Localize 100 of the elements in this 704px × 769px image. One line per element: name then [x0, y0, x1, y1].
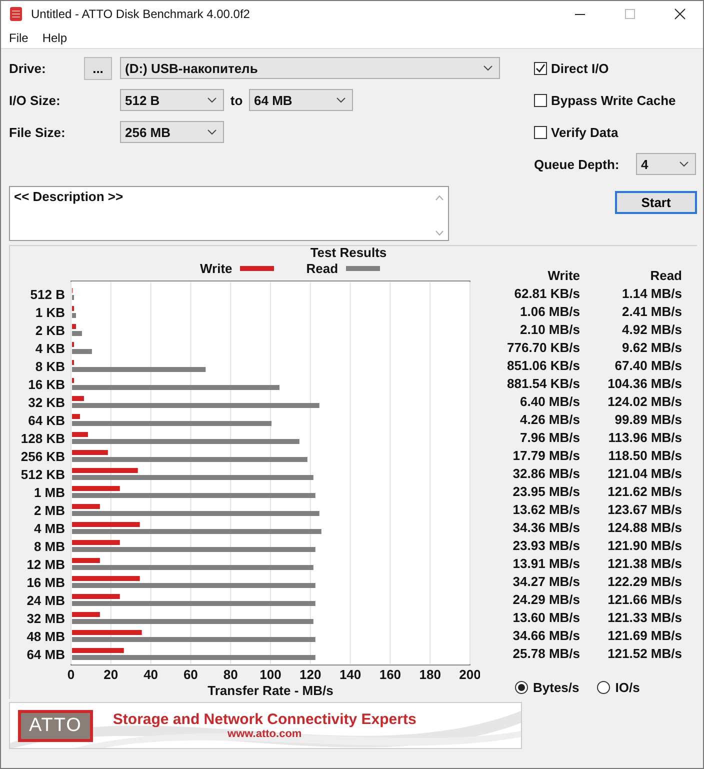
category-label: 16 KB [28, 377, 65, 392]
checkbox[interactable] [534, 94, 547, 106]
category-label: 8 KB [35, 359, 65, 374]
bar [72, 558, 100, 563]
table-cell: 121.90 MB/s [608, 538, 682, 552]
radio-button[interactable] [597, 680, 610, 694]
bar [72, 630, 142, 635]
table-cell: 124.02 MB/s [608, 394, 682, 408]
tick-label: 140 [339, 667, 362, 682]
category-label: 512 B [30, 287, 65, 302]
bar [72, 648, 124, 653]
category-label: 2 MB [34, 503, 65, 518]
io-size-to-dropdown[interactable]: 64 MB [249, 89, 353, 111]
table-cell: 121.38 MB/s [608, 556, 682, 570]
bar [72, 486, 120, 491]
table-cell: 34.36 MB/s [512, 520, 580, 534]
table-cell: 7.96 MB/s [520, 430, 580, 444]
banner-url: www.atto.com [228, 728, 302, 740]
legend-label: Write [200, 260, 232, 276]
table-cell: 121.33 MB/s [608, 610, 682, 624]
table-cell: 851.06 KB/s [507, 358, 580, 372]
category-label: 16 MB [26, 575, 65, 590]
bar [72, 522, 140, 527]
app-icon [9, 6, 23, 22]
atto-logo: ATTO [18, 710, 93, 742]
table-cell: 13.60 MB/s [512, 610, 580, 624]
table-cell: 121.04 MB/s [608, 466, 682, 480]
bar [72, 432, 88, 437]
tick-label: 200 [459, 667, 480, 682]
axis-title: Transfer Rate - MB/s [208, 683, 334, 698]
table-cell: 67.40 MB/s [614, 358, 682, 372]
radio-button[interactable] [515, 680, 528, 694]
category-label: 12 MB [26, 557, 65, 572]
results-title: Test Results [310, 245, 387, 260]
category-label: 24 MB [26, 593, 65, 608]
io-size-label: I/O Size: [9, 92, 62, 108]
bar [72, 414, 80, 419]
checkbox[interactable] [534, 62, 547, 74]
table-cell: 2.10 MB/s [520, 322, 580, 336]
table-cell: 118.50 MB/s [608, 448, 682, 462]
tick-label: 100 [260, 667, 282, 682]
table-cell: 9.62 MB/s [622, 340, 682, 354]
file-size-dropdown[interactable]: 256 MB [120, 121, 224, 143]
table-cell: 23.93 MB/s [512, 538, 580, 552]
table-cell: 122.29 MB/s [608, 574, 682, 588]
column-header: Read [650, 268, 682, 282]
table-cell: 17.79 MB/s [512, 448, 580, 462]
bar [72, 313, 76, 318]
start-button[interactable]: Start [615, 191, 697, 214]
queue-depth-label: Queue Depth: [534, 156, 620, 172]
bar [72, 468, 138, 473]
chevron-icon [336, 97, 346, 103]
drive-dropdown[interactable]: (D:) USB-накопитель [120, 57, 500, 79]
io-size-from-dropdown[interactable]: 512 B [120, 89, 224, 111]
table-cell: 1.14 MB/s [622, 286, 682, 300]
column-header: Write [548, 268, 580, 282]
table-cell: 32.86 MB/s [512, 466, 580, 480]
chevron-icon [483, 65, 493, 71]
table-cell: 23.95 MB/s [512, 484, 580, 498]
banner-tagline: Storage and Network Connectivity Experts [112, 711, 416, 728]
browse-button[interactable]: ... [84, 56, 112, 80]
table-cell: 13.62 MB/s [512, 502, 580, 516]
table-cell: 25.78 MB/s [512, 646, 580, 660]
close-icon[interactable] [674, 8, 686, 20]
tick-label: 180 [419, 667, 441, 682]
category-label: 64 MB [26, 647, 65, 662]
ad-banner[interactable]: ATTO Storage and Network Connectivity Experts www.atto.com [9, 702, 522, 749]
table-cell: 881.54 KB/s [507, 376, 580, 390]
legend-label: Read [306, 260, 338, 276]
table-cell: 124.88 MB/s [608, 520, 682, 534]
tick-label: 60 [183, 667, 198, 682]
drive-label: Drive: [9, 60, 47, 76]
category-label: 2 KB [35, 323, 65, 338]
category-label: 128 KB [20, 431, 65, 446]
table-cell: 121.69 MB/s [608, 628, 682, 642]
table-cell: 113.96 MB/s [608, 430, 682, 444]
queue-depth-dropdown[interactable]: 4 [636, 153, 696, 175]
category-label: 4 KB [35, 341, 65, 356]
bar [72, 540, 120, 545]
table-cell: 62.81 KB/s [514, 286, 580, 300]
checkbox[interactable] [534, 126, 547, 138]
radio-label: Bytes/s [533, 680, 580, 694]
category-label: 256 KB [20, 449, 65, 464]
category-label: 1 KB [35, 305, 65, 320]
checkbox-label: Bypass Write Cache [551, 92, 676, 108]
file-size-label: File Size: [9, 124, 66, 140]
tick-label: 20 [104, 667, 118, 682]
bar [72, 576, 140, 581]
table-cell: 121.62 MB/s [608, 484, 682, 498]
bar [72, 331, 82, 336]
table-cell: 13.91 MB/s [512, 556, 580, 570]
tick-label: 80 [223, 667, 238, 682]
menu-item[interactable]: Help [42, 30, 68, 44]
bar [72, 450, 108, 455]
category-label: 4 MB [34, 521, 65, 536]
menu-item[interactable]: File [9, 30, 28, 44]
table-cell: 1.06 MB/s [520, 304, 580, 318]
table-cell: 6.40 MB/s [520, 394, 580, 408]
bar [72, 324, 76, 329]
table-cell: 776.70 KB/s [507, 340, 580, 354]
